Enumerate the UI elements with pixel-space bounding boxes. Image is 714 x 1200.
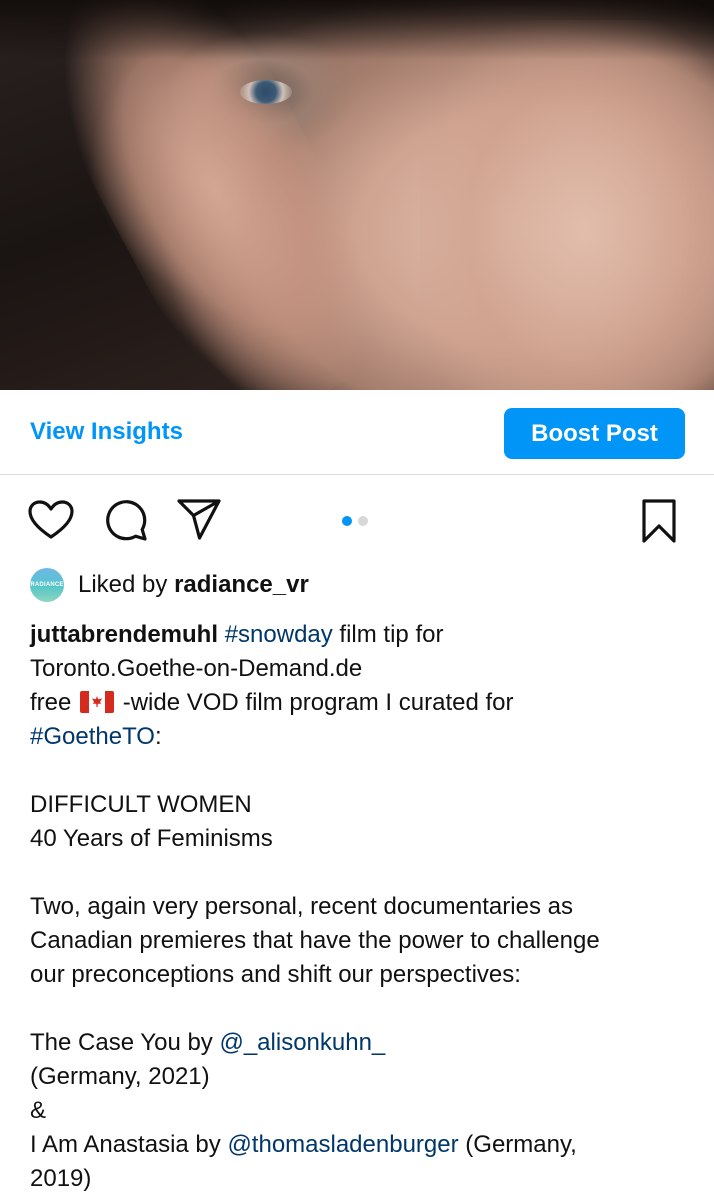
mention-thomasladenburger[interactable]: @thomasladenburger (227, 1131, 458, 1158)
caption-line: 40 Years of Feminisms (30, 822, 700, 856)
blurred-hand (420, 20, 714, 390)
caption-text: & (30, 1097, 47, 1124)
caption-line: 2019) (30, 1162, 700, 1196)
caption-heading: DIFFICULT WOMEN (30, 791, 252, 818)
caption-line: Toronto.Goethe-on-Demand.de (30, 652, 700, 686)
caption-line: Two, again very personal, recent documen… (30, 890, 700, 924)
caption-line: juttabrendemuhl #snowday film tip for (30, 618, 700, 652)
carousel-dot (358, 516, 368, 526)
liked-by-text[interactable]: Liked by radiance_vr (78, 571, 309, 599)
caption-text: free (30, 689, 79, 716)
post-action-bar (0, 490, 714, 550)
caption-text: (Germany, (458, 1131, 577, 1158)
caption-text: Toronto.Goethe-on-Demand.de (30, 655, 363, 682)
insights-bar: View Insights Boost Post (0, 390, 714, 475)
caption-text: : (154, 723, 162, 750)
caption-text: our preconceptions and shift our perspec… (30, 961, 521, 988)
liker-avatar[interactable]: RADIANCE (30, 568, 64, 602)
carousel-indicator (342, 516, 374, 526)
caption-line: free -wide VOD film program I curated fo… (30, 686, 700, 720)
caption-text: -wide VOD film program I curated for (116, 689, 514, 716)
caption-text: The Case You by (30, 1029, 220, 1056)
bookmark-icon[interactable] (640, 498, 678, 544)
hashtag-goetheto[interactable]: #GoetheTO (30, 723, 155, 750)
caption-text: Two, again very personal, recent documen… (30, 893, 573, 920)
comment-icon[interactable] (104, 498, 148, 542)
caption-text: Canadian premieres that have the power t… (30, 927, 600, 954)
canada-flag-icon (80, 691, 115, 713)
caption-line: & (30, 1094, 700, 1128)
caption-text: 2019) (30, 1165, 92, 1192)
liked-by-prefix: Liked by (78, 571, 175, 598)
view-insights-link[interactable]: View Insights (30, 418, 183, 446)
share-icon[interactable] (176, 498, 222, 542)
image-shadow (0, 0, 714, 60)
caption-line: DIFFICULT WOMEN (30, 788, 700, 822)
heart-icon[interactable] (28, 500, 74, 540)
caption-line: The Case You by @_alisonkuhn_ (30, 1026, 700, 1060)
caption-username[interactable]: juttabrendemuhl (30, 621, 218, 648)
caption-line: our preconceptions and shift our perspec… (30, 958, 700, 992)
boost-post-button[interactable]: Boost Post (504, 408, 685, 459)
caption-line: I Am Anastasia by @thomasladenburger (Ge… (30, 1128, 700, 1162)
caption-line: Canadian premieres that have the power t… (30, 924, 700, 958)
mention-alisonkuhn[interactable]: @_alisonkuhn_ (219, 1029, 385, 1056)
caption-line: #GoetheTO: (30, 720, 700, 754)
post-image[interactable] (0, 0, 714, 390)
liked-by-user[interactable]: radiance_vr (174, 571, 309, 598)
caption-text: I Am Anastasia by (30, 1131, 228, 1158)
hashtag-snowday[interactable]: #snowday (225, 621, 333, 648)
caption-subheading: 40 Years of Feminisms (30, 825, 273, 852)
subject-eye (240, 80, 292, 104)
carousel-dot-active (342, 516, 352, 526)
caption-line: (Germany, 2021) (30, 1060, 700, 1094)
caption-text: film tip for (332, 621, 444, 648)
post-caption: juttabrendemuhl #snowday film tip for To… (30, 618, 700, 1196)
caption-text: (Germany, 2021) (30, 1063, 210, 1090)
